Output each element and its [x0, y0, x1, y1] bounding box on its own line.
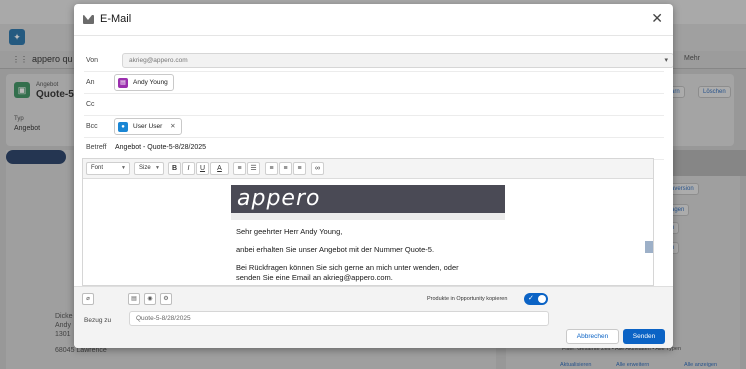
bulleted-list-icon[interactable]: ☰	[247, 162, 260, 175]
modal-header: E-Mail ✕	[74, 4, 673, 36]
underline-button[interactable]: U	[196, 162, 209, 175]
attach-icon[interactable]: ⌀	[82, 293, 94, 305]
from-label: Von	[86, 57, 99, 64]
bcc-recipient-pill[interactable]: ● User User ✕	[114, 118, 182, 135]
italic-button[interactable]: I	[182, 162, 195, 175]
close-icon[interactable]: ✕	[651, 11, 663, 25]
size-select[interactable]: Size ▼	[134, 162, 164, 175]
subject-input[interactable]: Angebot - Quote-5-8/28/2025	[115, 144, 206, 151]
font-select-label: Font	[91, 165, 104, 171]
numbered-list-icon[interactable]: ≡	[233, 162, 246, 175]
related-to-label: Bezug zu	[84, 317, 112, 324]
to-row: An ▤ Andy Young	[84, 72, 664, 94]
text-color-button[interactable]: A	[210, 162, 229, 175]
email-body-content[interactable]: appero Sehr geehrter Herr Andy Young, an…	[83, 179, 653, 286]
bcc-row: Bcc ● User User ✕	[84, 116, 664, 138]
email-icon	[83, 15, 94, 24]
from-value: akrieg@appero.com	[129, 57, 188, 64]
to-recipient-name: Andy Young	[133, 79, 168, 86]
align-left-icon[interactable]: ≡	[265, 162, 278, 175]
cc-label: Cc	[86, 101, 95, 108]
bcc-recipient-name: User User	[133, 123, 163, 130]
size-select-label: Size	[139, 165, 151, 171]
copy-products-toggle[interactable]: ✓	[524, 293, 548, 305]
email-body-editor[interactable]: Font ▼ Size ▼ B I U A ≡ ☰ ≡ ≡ ≡ ∞ appero S…	[82, 158, 654, 286]
body-paragraph: Bei Rückfragen können Sie sich gerne an …	[236, 263, 459, 272]
email-modal: E-Mail ✕ Von akrieg@appero.com ▾ An ▤ An…	[74, 4, 673, 348]
subject-row: Betreff Angebot - Quote-5-8/28/2025	[84, 138, 664, 160]
greeting-text: Sehr geehrter Herr Andy Young,	[236, 227, 343, 236]
send-button[interactable]: Senden	[623, 329, 665, 344]
chevron-down-icon: ▼	[155, 165, 160, 171]
editor-scroll-handle[interactable]	[645, 241, 653, 253]
body-paragraph: anbei erhalten Sie unser Angebot mit der…	[236, 245, 435, 254]
bold-button[interactable]: B	[168, 162, 181, 175]
body-paragraph: senden Sie eine Email an akrieg@appero.c…	[236, 273, 393, 282]
insert-template-icon[interactable]: ▤	[128, 293, 140, 305]
cc-row[interactable]: Cc	[84, 94, 664, 116]
logo-text: appero	[237, 186, 321, 211]
modal-footer: ⌀ ▤ ◉ ⚙ Produkte in Opportunity kopieren…	[74, 286, 673, 348]
editor-toolbar: Font ▼ Size ▼ B I U A ≡ ☰ ≡ ≡ ≡ ∞	[83, 159, 653, 179]
user-icon: ●	[118, 122, 128, 132]
related-to-input[interactable]: Quote-5-8/28/2025	[129, 311, 549, 326]
contact-icon: ▤	[118, 78, 128, 88]
modal-title: E-Mail	[100, 13, 132, 25]
from-row: Von akrieg@appero.com ▾	[84, 50, 673, 72]
logo-strip	[231, 213, 505, 220]
check-icon: ✓	[528, 295, 534, 302]
settings-icon[interactable]: ⚙	[160, 293, 172, 305]
from-select[interactable]: akrieg@appero.com ▾	[122, 53, 673, 68]
subject-label: Betreff	[86, 144, 107, 151]
chevron-down-icon: ▾	[664, 57, 668, 64]
cancel-button[interactable]: Abbrechen	[566, 329, 619, 344]
link-icon[interactable]: ∞	[311, 162, 324, 175]
remove-recipient-icon[interactable]: ✕	[170, 123, 175, 130]
company-logo: appero	[231, 185, 505, 213]
chevron-down-icon: ▼	[121, 165, 126, 171]
bcc-label: Bcc	[86, 123, 98, 130]
font-select[interactable]: Font ▼	[86, 162, 130, 175]
preview-icon[interactable]: ◉	[144, 293, 156, 305]
to-recipient-pill[interactable]: ▤ Andy Young	[114, 74, 174, 91]
copy-products-label: Produkte in Opportunity kopieren	[427, 296, 508, 302]
to-label: An	[86, 79, 95, 86]
align-right-icon[interactable]: ≡	[293, 162, 306, 175]
align-center-icon[interactable]: ≡	[279, 162, 292, 175]
